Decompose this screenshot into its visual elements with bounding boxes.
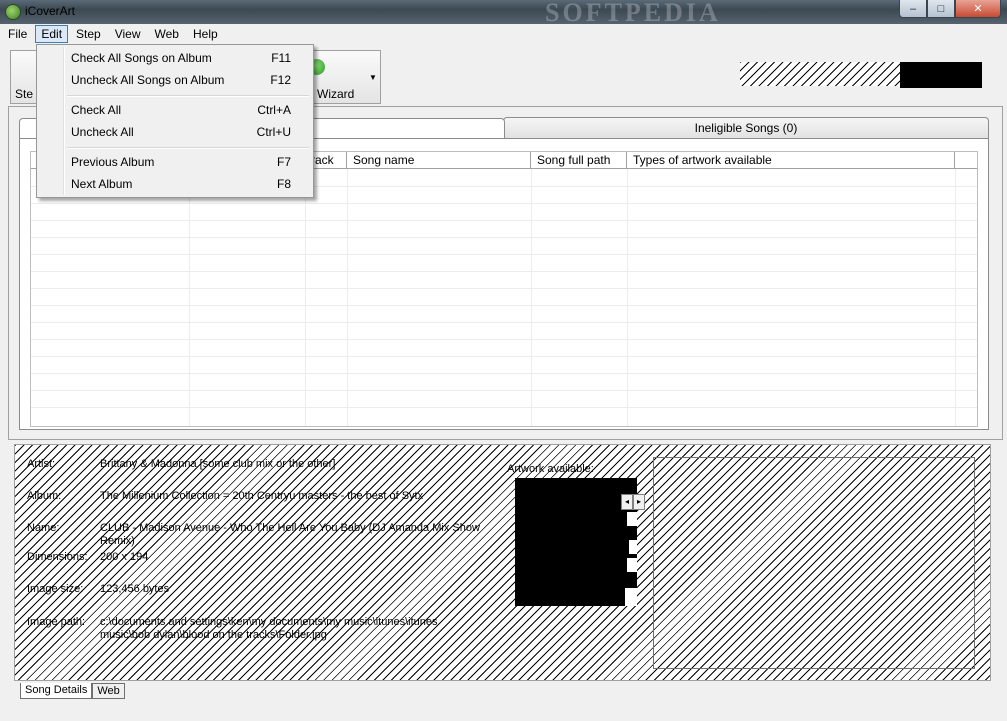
tab-song-details[interactable]: Song Details <box>20 683 93 699</box>
menu-item-label: Check All Songs on Album <box>71 51 212 65</box>
grid-row-line <box>31 322 977 323</box>
artwork-next-button[interactable]: ▸ <box>633 494 645 510</box>
grid-row-line <box>31 220 977 221</box>
menu-item-label: Uncheck All Songs on Album <box>71 73 225 87</box>
maximize-button[interactable]: □ <box>927 0 955 18</box>
tab-web[interactable]: Web <box>92 683 125 699</box>
grid-row-line <box>31 237 977 238</box>
bottom-tab-strip: Song Details Web <box>20 683 125 699</box>
menu-uncheck-all-songs-on-album[interactable]: Uncheck All Songs on Album F12 <box>39 69 311 91</box>
artwork-preview <box>653 457 975 669</box>
menu-check-all-songs-on-album[interactable]: Check All Songs on Album F11 <box>39 47 311 69</box>
grid-col-line <box>189 169 190 426</box>
grid-col-line <box>347 169 348 426</box>
menu-bar: File Edit Step View Web Help <box>0 24 1007 44</box>
grid-col-line <box>955 169 956 426</box>
menu-check-all[interactable]: Check All Ctrl+A <box>39 99 311 121</box>
menu-previous-album[interactable]: Previous Album F7 <box>39 151 311 173</box>
image-size-value: 123,456 bytes <box>100 583 170 595</box>
menu-item-label: Check All <box>71 103 122 117</box>
col-header-song-name[interactable]: Song name <box>347 152 531 168</box>
window-controls: – □ ✕ <box>899 0 1001 18</box>
image-path-label: Image path: <box>27 616 86 628</box>
menu-item-label: Uncheck All <box>71 125 134 139</box>
artwork-edge <box>627 558 637 572</box>
title-bar: iCoverArt SOFTPEDIA – □ ✕ <box>0 0 1007 27</box>
app-icon <box>5 4 21 20</box>
artist-label: Artist: <box>27 458 56 470</box>
grid-row-line <box>31 390 977 391</box>
redacted-area <box>900 62 982 88</box>
close-button[interactable]: ✕ <box>955 0 1001 18</box>
grid-row-line <box>31 339 977 340</box>
grid-row-line <box>31 254 977 255</box>
grid-row-line <box>31 271 977 272</box>
grid-row-line <box>31 356 977 357</box>
menu-item-shortcut: F8 <box>276 177 291 191</box>
col-header-song-path[interactable]: Song full path <box>531 152 627 168</box>
window-title: iCoverArt <box>25 4 76 18</box>
artwork-thumbnail <box>515 478 637 606</box>
image-path-value: c:\documents and settings\ken\my documen… <box>100 616 438 641</box>
wizard-button-label: n Wizard <box>307 87 355 101</box>
grid-row-line <box>31 407 977 408</box>
grid-col-line <box>627 169 628 426</box>
menu-item-shortcut: Ctrl+U <box>256 125 291 139</box>
menu-uncheck-all[interactable]: Uncheck All Ctrl+U <box>39 121 311 143</box>
dimensions-label: Dimensions: <box>27 551 88 563</box>
album-value: The Millenium Collection = 20th Centryu … <box>100 490 424 502</box>
dimensions-value: 200 x 194 <box>100 551 149 563</box>
edit-menu-dropdown: Check All Songs on Album F11 Uncheck All… <box>36 44 314 198</box>
menu-item-shortcut: F7 <box>276 155 291 169</box>
tab-ineligible-songs[interactable]: Ineligible Songs (0) <box>503 117 989 138</box>
grid-row-line <box>31 373 977 374</box>
menu-separator <box>67 95 309 97</box>
artwork-edge <box>625 588 637 606</box>
grid-row-line <box>31 288 977 289</box>
song-details-panel: Artist: Brittany & Madonna [some club mi… <box>14 444 991 681</box>
grid-row-line <box>31 203 977 204</box>
col-header-artwork-types[interactable]: Types of artwork available <box>627 152 955 168</box>
minimize-button[interactable]: – <box>899 0 927 18</box>
image-size-label: Image size: <box>27 583 84 595</box>
menu-next-album[interactable]: Next Album F8 <box>39 173 311 195</box>
artwork-edge <box>629 540 637 554</box>
menu-view[interactable]: View <box>109 25 147 43</box>
artwork-edge <box>627 512 637 526</box>
menu-file[interactable]: File <box>2 25 33 43</box>
artwork-available-label: Artwork available: <box>507 463 594 475</box>
menu-edit[interactable]: Edit <box>35 25 69 43</box>
menu-item-shortcut: F11 <box>271 51 291 65</box>
artwork-prev-button[interactable]: ◂ <box>621 494 633 510</box>
grid-col-line <box>305 169 306 426</box>
menu-help[interactable]: Help <box>187 25 224 43</box>
menu-step[interactable]: Step <box>70 25 107 43</box>
menu-item-label: Next Album <box>71 177 133 191</box>
step-button-label: Ste <box>15 87 34 101</box>
album-label: Album: <box>27 490 62 502</box>
name-value: CLUB - Madison Avenue - Who The Hell Are… <box>100 522 480 547</box>
menu-web[interactable]: Web <box>149 25 185 43</box>
menu-separator <box>67 147 309 149</box>
menu-item-label: Previous Album <box>71 155 155 169</box>
artist-value: Brittany & Madonna [some club mix or the… <box>100 458 336 470</box>
wizard-dropdown-button[interactable]: ▼ <box>366 50 381 104</box>
grid-col-line <box>531 169 532 426</box>
menu-item-shortcut: Ctrl+A <box>257 103 291 117</box>
name-label: Name: <box>27 522 60 534</box>
progress-area <box>740 62 900 86</box>
grid-row-line <box>31 305 977 306</box>
menu-item-shortcut: F12 <box>270 73 291 87</box>
